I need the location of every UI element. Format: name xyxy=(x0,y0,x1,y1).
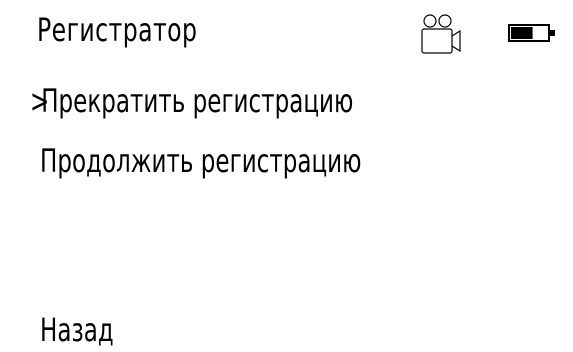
battery-level-fill xyxy=(511,27,533,39)
menu-item-continue-recording[interactable]: Продолжить регистрацию xyxy=(40,140,361,182)
device-screen: Регистратор >Прекратить регистрацию Прод… xyxy=(0,0,573,352)
battery-icon xyxy=(508,24,555,42)
camera-icon xyxy=(421,14,461,54)
menu-item-stop-recording[interactable]: >Прекратить регистрацию xyxy=(30,80,353,122)
screen-title: Регистратор xyxy=(37,11,198,49)
back-button[interactable]: Назад xyxy=(40,309,114,351)
menu-item-label: Прекратить регистрацию xyxy=(41,82,354,120)
menu-item-label: Продолжить регистрацию xyxy=(40,142,362,180)
menu-cursor: > xyxy=(30,82,50,120)
back-label: Назад xyxy=(40,311,114,349)
